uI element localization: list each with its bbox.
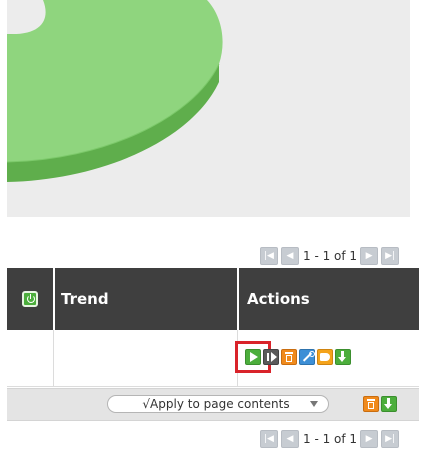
graph-panel	[7, 0, 410, 217]
configure-button[interactable]	[299, 349, 315, 365]
next-page-icon: ▶	[365, 433, 373, 444]
last-page-button[interactable]: ▶|	[381, 430, 400, 448]
megaphone-icon	[320, 353, 330, 361]
previous-page-button[interactable]: ◀	[281, 430, 299, 448]
start-button[interactable]	[245, 349, 261, 365]
last-page-button[interactable]: ▶|	[381, 247, 400, 265]
header-divider	[237, 268, 239, 330]
bulk-action-bar: √Apply to page contents	[7, 388, 419, 421]
page-range-text: 1 - 1 of 1	[303, 249, 358, 263]
play-icon	[250, 352, 258, 362]
bulk-download-button[interactable]	[381, 396, 397, 412]
next-page-icon: ▶	[365, 250, 373, 261]
step-button[interactable]	[263, 349, 279, 365]
bulk-action-value: √Apply to page contents	[142, 397, 290, 411]
status-column-header[interactable]	[7, 268, 53, 330]
row-divider	[53, 330, 54, 386]
last-page-icon: ▶|	[385, 250, 396, 261]
delete-button[interactable]	[281, 349, 297, 365]
chevron-down-icon	[310, 401, 318, 407]
download-button[interactable]	[335, 349, 351, 365]
pagination-top: |◀ ◀ 1 - 1 of 1 ▶ ▶|	[260, 247, 402, 265]
power-icon	[22, 291, 38, 307]
first-page-button[interactable]: |◀	[260, 247, 278, 265]
next-page-button[interactable]: ▶	[360, 247, 379, 265]
previous-page-button[interactable]: ◀	[281, 247, 299, 265]
trend-column-header[interactable]: Trend	[61, 268, 109, 330]
bulk-action-select[interactable]: √Apply to page contents	[107, 395, 329, 413]
actions-column-header[interactable]: Actions	[247, 268, 310, 330]
step-icon	[267, 353, 269, 361]
first-page-icon: |◀	[264, 250, 274, 261]
alert-button[interactable]	[317, 349, 333, 365]
donut-graphic	[7, 0, 223, 182]
previous-page-icon: ◀	[286, 250, 294, 261]
page-range-text: 1 - 1 of 1	[303, 432, 358, 446]
pagination-bottom: |◀ ◀ 1 - 1 of 1 ▶ ▶|	[260, 430, 402, 448]
table-row	[7, 330, 419, 387]
first-page-button[interactable]: |◀	[260, 430, 278, 448]
trash-icon	[285, 352, 293, 354]
table-header: Trend Actions	[7, 268, 419, 330]
previous-page-icon: ◀	[286, 433, 294, 444]
header-divider	[53, 268, 55, 330]
bulk-delete-button[interactable]	[363, 396, 379, 412]
trash-icon	[367, 399, 375, 401]
last-page-icon: ▶|	[385, 433, 396, 444]
next-page-button[interactable]: ▶	[360, 430, 379, 448]
first-page-icon: |◀	[264, 433, 274, 444]
